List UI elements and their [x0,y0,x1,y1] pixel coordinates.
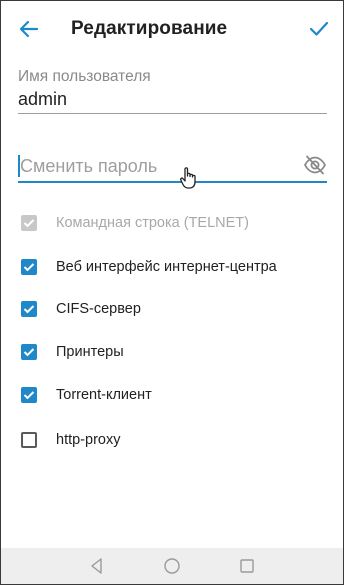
hand-cursor-icon [180,167,196,189]
checkbox-checked[interactable] [21,344,37,360]
checkbox-checked[interactable] [21,259,37,275]
permission-label: Командная строка (TELNET) [56,215,249,231]
app-screen: Редактирование Имя пользователя admin См… [0,0,344,585]
checkbox-checked[interactable] [21,387,37,403]
eye-off-icon[interactable] [303,154,329,178]
permission-label: Torrent-клиент [56,387,152,403]
permission-label: http-proxy [56,432,121,448]
checkbox-checked[interactable] [21,301,37,317]
nav-home-icon[interactable] [162,556,182,576]
permission-http-proxy[interactable]: http-proxy [21,428,120,452]
nav-back-icon[interactable] [87,556,107,576]
username-label: Имя пользователя [18,68,151,85]
password-field[interactable]: Сменить пароль [18,153,327,183]
page-title: Редактирование [71,18,228,39]
permission-torrent[interactable]: Torrent-клиент [21,383,152,407]
system-nav-bar [1,548,343,584]
permission-printers[interactable]: Принтеры [21,340,124,364]
permission-telnet[interactable]: Командная строка (TELNET) [21,211,249,235]
arrow-left-icon [19,20,39,38]
toolbar: Редактирование [1,1,343,57]
permission-cifs[interactable]: CIFS-сервер [21,297,141,321]
password-placeholder: Сменить пароль [20,156,158,176]
back-button[interactable] [15,15,43,43]
permission-label: Веб интерфейс интернет-центра [56,259,277,275]
permission-label: CIFS-сервер [56,301,141,317]
nav-recents-icon[interactable] [237,556,257,576]
checkbox-checked-disabled [21,215,37,231]
checkmark-icon [309,21,329,36]
checkbox-unchecked[interactable] [21,432,37,448]
username-field[interactable]: admin [18,87,327,114]
permission-web-interface[interactable]: Веб интерфейс интернет-центра [21,255,277,279]
permission-label: Принтеры [56,344,124,360]
save-button[interactable] [305,15,333,43]
